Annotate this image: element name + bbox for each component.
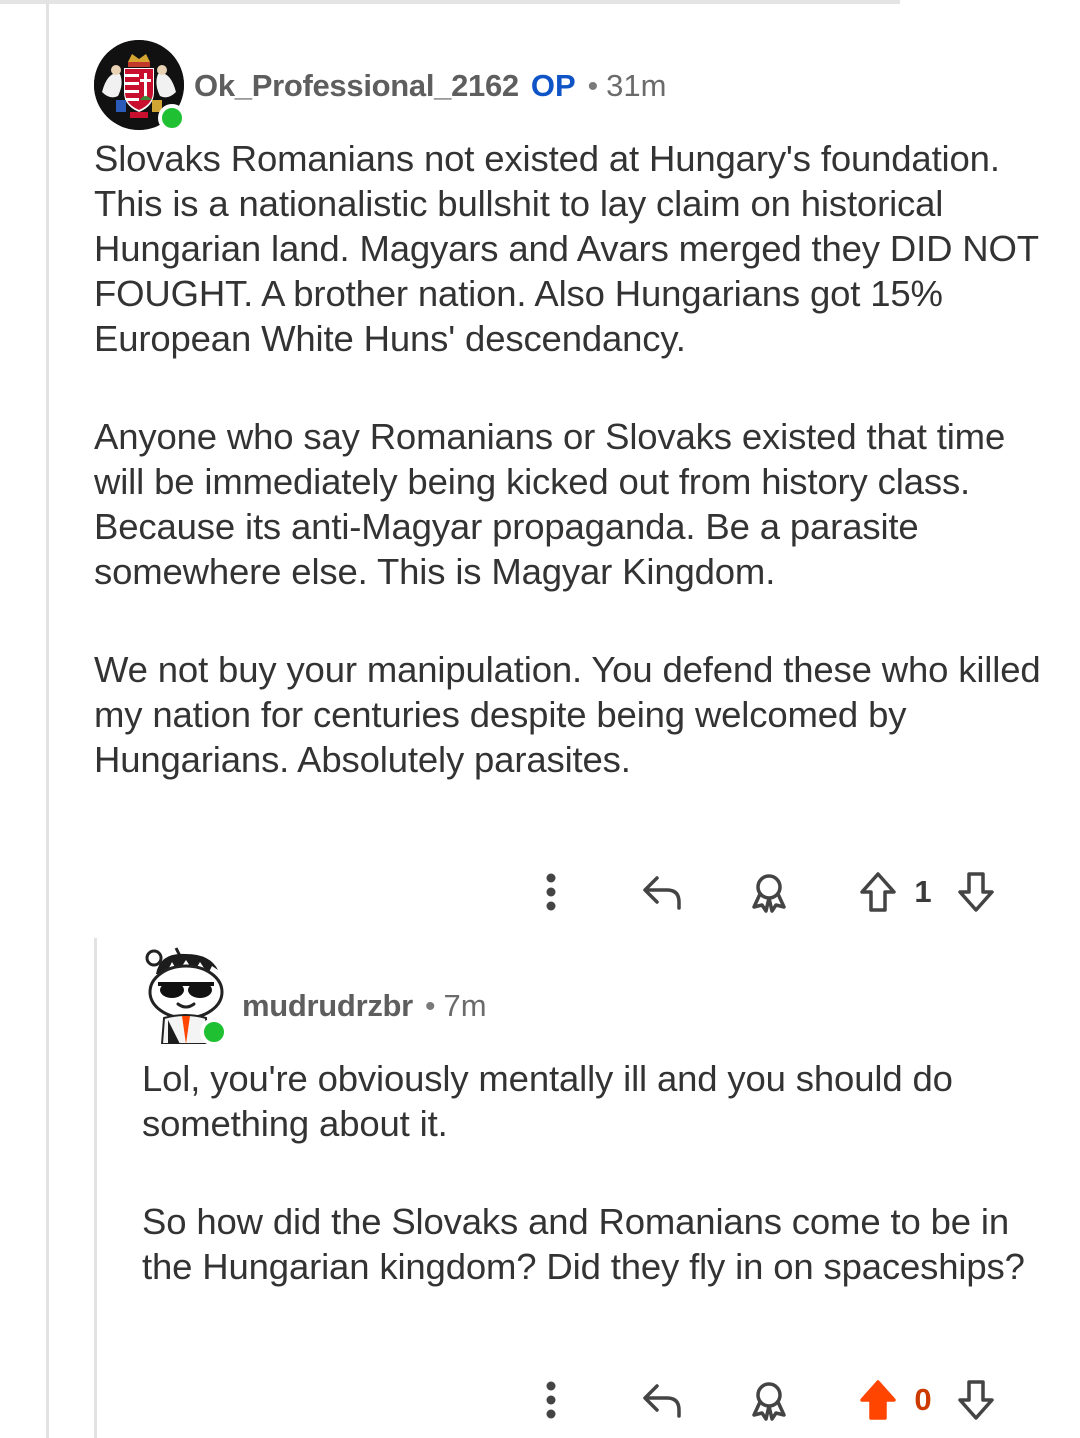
avatar[interactable] (142, 944, 228, 1046)
upvote-button[interactable] (854, 1370, 902, 1430)
comment-paragraph: Anyone who say Romanians or Slovaks exis… (94, 416, 1006, 592)
downvote-icon (958, 1380, 994, 1420)
comment-action-bar: 0 (520, 1370, 1020, 1430)
comment-body: Slovaks Romanians not existed at Hungary… (94, 136, 1054, 835)
vote-count: 1 (914, 874, 932, 909)
thread-line[interactable] (46, 0, 49, 1438)
award-icon (752, 874, 786, 913)
downvote-icon (958, 872, 994, 912)
comment-action-bar: 1 (520, 862, 1020, 922)
more-options-button[interactable] (534, 1370, 568, 1430)
op-badge: OP (530, 68, 576, 103)
reply-button[interactable] (638, 1370, 688, 1430)
downvote-button[interactable] (952, 862, 1000, 922)
timestamp: 31m (606, 68, 667, 103)
more-options-button[interactable] (534, 862, 568, 922)
timestamp: 7m (443, 988, 487, 1023)
comment-body: Lol, you're obviously mentally ill and y… (142, 1056, 1062, 1342)
more-vertical-icon (546, 1381, 556, 1419)
award-button[interactable] (744, 862, 794, 922)
comment-paragraph: Lol, you're obviously mentally ill and y… (142, 1058, 953, 1144)
downvote-button[interactable] (952, 1370, 1000, 1430)
online-status-indicator (200, 1018, 228, 1046)
reply-button[interactable] (638, 862, 688, 922)
upvote-button[interactable] (854, 862, 902, 922)
comment-header: mudrudrzbr • 7m (242, 988, 487, 1024)
comment-paragraph: We not buy your manipulation. You defend… (94, 649, 1041, 780)
thread-line-reply[interactable] (94, 938, 97, 1438)
username[interactable]: Ok_Professional_2162 (194, 68, 519, 104)
comment-paragraph: So how did the Slovaks and Romanians com… (142, 1201, 1025, 1287)
username[interactable]: mudrudrzbr (242, 988, 413, 1024)
upvote-icon (860, 872, 896, 912)
top-divider (0, 0, 900, 4)
reply-icon (643, 876, 681, 910)
avatar[interactable] (94, 40, 186, 132)
vote-count: 0 (914, 1382, 932, 1417)
award-icon (752, 1382, 786, 1421)
online-status-indicator (158, 104, 186, 132)
more-vertical-icon (546, 873, 556, 911)
separator: • (587, 70, 599, 103)
award-button[interactable] (744, 1370, 794, 1430)
separator: • (424, 990, 436, 1023)
upvote-icon (860, 1380, 896, 1420)
comment-header: Ok_Professional_2162 OP • 31m (194, 68, 666, 104)
comment-paragraph: Slovaks Romanians not existed at Hungary… (94, 138, 1039, 359)
reply-icon (643, 1384, 681, 1418)
